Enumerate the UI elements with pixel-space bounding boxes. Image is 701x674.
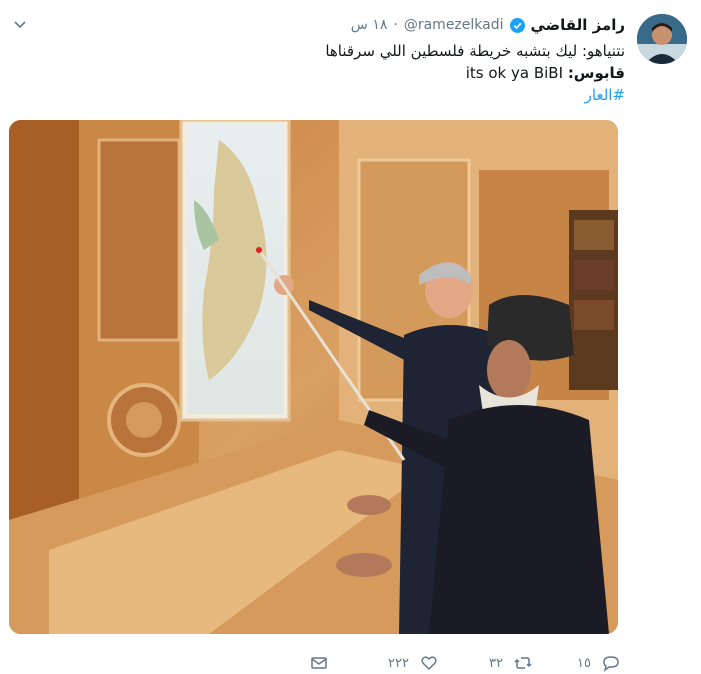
reply-icon[interactable]: [601, 653, 621, 673]
tweet-line-2-text: its ok ya BiBI: [465, 64, 568, 82]
like-action[interactable]: ٢٢٢: [388, 652, 439, 674]
hashtag-link[interactable]: #العار: [25, 84, 625, 106]
retweet-icon[interactable]: [513, 653, 533, 673]
retweet-count: ٣٢: [489, 655, 503, 671]
tweet-photo[interactable]: [9, 120, 618, 634]
author-avatar[interactable]: [637, 14, 687, 64]
tweet-line-2: قابوس: its ok ya BiBI: [25, 62, 625, 84]
tweet-header: رامز القاضي @ramezelkadi · ١٨ س: [351, 14, 625, 36]
reply-count: ١٥: [577, 655, 591, 671]
tweet-actions: ١٥ ٣٢ ٢٢٢: [0, 652, 701, 674]
author-handle[interactable]: @ramezelkadi: [404, 17, 504, 33]
header-separator: ·: [393, 17, 398, 33]
tweet-card: رامز القاضي @ramezelkadi · ١٨ س نتنياهو:…: [0, 0, 701, 674]
reply-action[interactable]: ١٥: [577, 652, 621, 674]
verified-badge-icon: [509, 17, 525, 33]
message-action[interactable]: [309, 652, 329, 674]
retweet-action[interactable]: ٣٢: [489, 652, 533, 674]
tweet-text: نتنياهو: ليك بتشبه خريطة فلسطين اللي سرق…: [25, 40, 625, 106]
tweet-timestamp[interactable]: ١٨ س: [351, 17, 388, 33]
tweet-line-1: نتنياهو: ليك بتشبه خريطة فلسطين اللي سرق…: [325, 42, 625, 60]
chevron-down-icon[interactable]: [12, 16, 28, 32]
like-count: ٢٢٢: [388, 655, 409, 671]
heart-icon[interactable]: [419, 653, 439, 673]
speaker-label: قابوس:: [567, 64, 625, 82]
author-name[interactable]: رامز القاضي: [531, 16, 626, 34]
mail-icon[interactable]: [309, 653, 329, 673]
